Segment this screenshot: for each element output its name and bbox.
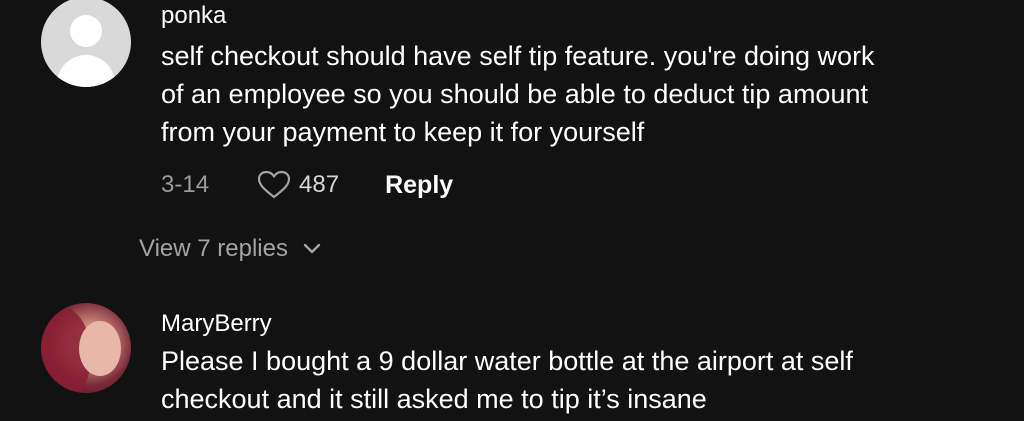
- avatar[interactable]: [41, 0, 131, 87]
- view-replies-label: View 7 replies: [139, 235, 288, 262]
- comment-username[interactable]: ponka: [161, 2, 226, 30]
- default-avatar-head: [70, 15, 102, 47]
- comment-meta: 3-14 487 Reply: [161, 168, 453, 202]
- comment-text-line: of an employee so you should be able to …: [161, 79, 868, 109]
- comment-date: 3-14: [161, 171, 210, 198]
- comment-text-line: checkout and it still asked me to tip it…: [161, 384, 707, 414]
- comment-text-line: from your payment to keep it for yoursel…: [161, 117, 645, 147]
- chevron-down-icon: [303, 243, 321, 254]
- comment-text-line: Please I bought a 9 dollar water bottle …: [161, 346, 853, 376]
- like-count: 487: [299, 171, 340, 198]
- reply-button[interactable]: Reply: [385, 171, 453, 200]
- comment-text: self checkout should have self tip featu…: [161, 37, 1001, 151]
- comment-text-line: self checkout should have self tip featu…: [161, 41, 875, 71]
- heart-outline-icon[interactable]: [257, 170, 291, 200]
- comment-username[interactable]: MaryBerry: [161, 310, 272, 338]
- view-replies-button[interactable]: View 7 replies: [139, 232, 322, 266]
- default-avatar-body: [57, 55, 115, 87]
- comments-section: ponka self checkout should have self tip…: [0, 0, 1024, 421]
- like-button[interactable]: 487: [257, 170, 339, 200]
- comment-text: Please I bought a 9 dollar water bottle …: [161, 342, 1001, 418]
- avatar-photo-face: [79, 321, 121, 376]
- avatar[interactable]: [41, 303, 131, 393]
